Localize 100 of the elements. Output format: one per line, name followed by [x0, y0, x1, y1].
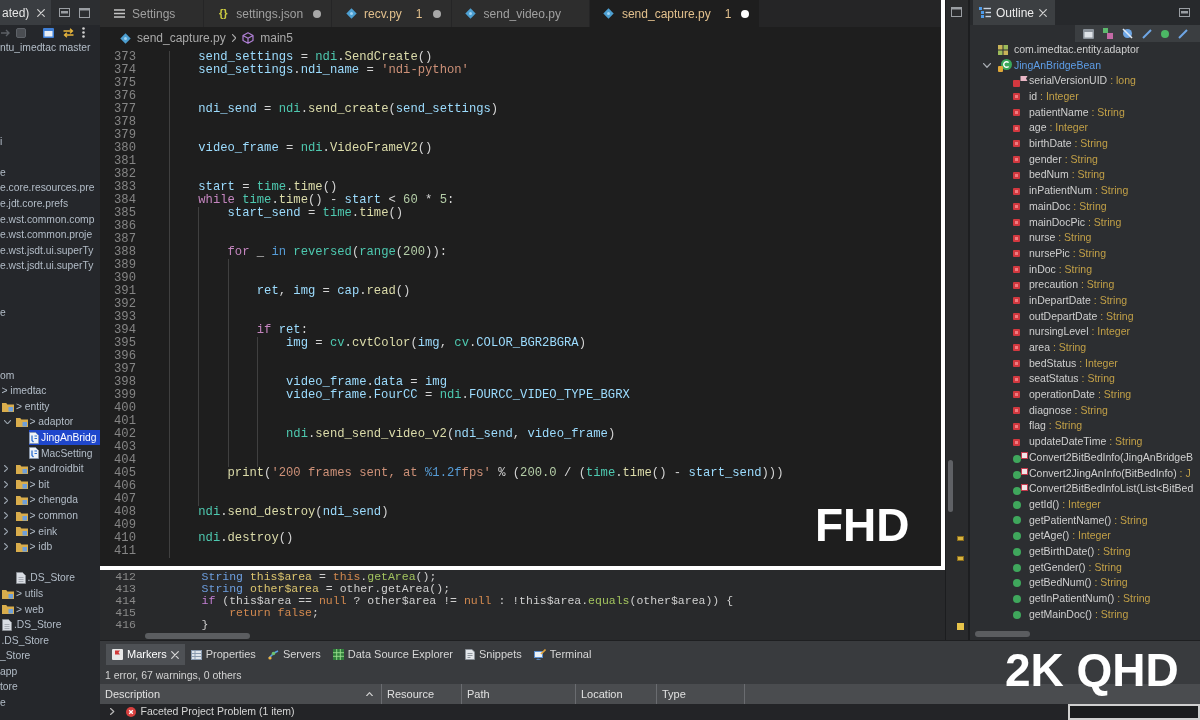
tree-item[interactable]: getAge() : Integer	[1013, 528, 1111, 544]
tree-item[interactable]: birthDate : String	[1013, 136, 1108, 152]
breadcrumb-item[interactable]: main5	[260, 29, 293, 47]
editor-tab[interactable]: send_capture.py 1	[589, 0, 761, 27]
tree-item[interactable]: e.wst.common.comp	[0, 211, 95, 228]
panel-tab[interactable]: Terminal	[527, 644, 598, 665]
tree-item[interactable]: getGender() : String	[1013, 559, 1122, 576]
tree-item[interactable]: id : Integer	[1013, 89, 1079, 105]
view-tab[interactable]: ated)	[0, 0, 52, 25]
close-icon[interactable]	[37, 8, 46, 17]
tree-item[interactable]: bedNum : String	[1013, 167, 1105, 184]
tree-item[interactable]: getPatientName() : String	[1013, 512, 1148, 529]
panel-tab[interactable]: Snippets	[458, 644, 528, 665]
tree-item[interactable]: nursingLevel : Integer	[1013, 324, 1130, 341]
tree-item[interactable]: e.wst.jsdt.ui.superTy	[0, 242, 94, 259]
tree-item[interactable]: app	[0, 663, 18, 680]
tree-item[interactable]: > imedtac	[1, 383, 47, 399]
scrollbar-thumb[interactable]	[145, 632, 250, 639]
tree-item[interactable]: e.wst.common.proje	[0, 227, 93, 243]
tree-item[interactable]: e	[0, 305, 6, 321]
tree-item[interactable]: nursePic : String	[1013, 245, 1107, 262]
maximize-icon[interactable]	[951, 7, 962, 17]
tree-item[interactable]: > web	[2, 601, 44, 617]
more-icon[interactable]	[82, 27, 85, 38]
tree-item[interactable]: e.core.resources.pre	[0, 180, 95, 196]
close-icon[interactable]	[1039, 8, 1048, 17]
tree-item[interactable]: getId() : Integer	[1013, 496, 1101, 513]
dot-icon[interactable]	[432, 9, 441, 18]
tree-item[interactable]: .DS_Store	[2, 617, 62, 633]
editor-tab[interactable]: Settings	[100, 0, 205, 27]
chevron-right-icon[interactable]	[3, 543, 8, 551]
tree-item[interactable]: age : Integer	[1013, 120, 1088, 137]
editor-tab[interactable]: send_video.py	[451, 0, 590, 27]
chevron-right-icon[interactable]	[3, 480, 8, 488]
tree-item[interactable]: e.jdt.core.prefs	[0, 195, 69, 212]
tree-item[interactable]: flag : String	[1013, 418, 1083, 435]
tree-item[interactable]: ntu_imedtac master	[0, 40, 91, 56]
panel-tab[interactable]: Properties	[184, 644, 262, 665]
dot-icon[interactable]	[1161, 29, 1169, 38]
tree-item[interactable]: i	[0, 133, 3, 150]
tree-item[interactable]: e	[0, 164, 6, 181]
tree-item[interactable]: getBirthDate() : String	[1013, 544, 1131, 560]
tree-item[interactable]: > androidbit	[15, 461, 84, 477]
chevron-right-icon[interactable]	[3, 496, 8, 504]
tree-item[interactable]: > common	[15, 507, 78, 524]
view-tab[interactable]: Outline	[973, 0, 1056, 25]
tree-item[interactable]: JingAnBridg	[29, 429, 100, 446]
editor-tab[interactable]: {} settings.json	[204, 0, 333, 27]
chevron-right-icon[interactable]	[3, 512, 8, 520]
tree-item[interactable]: > utils	[2, 585, 44, 602]
tree-item[interactable]: tore	[0, 679, 18, 695]
tree-item[interactable]: .DS_Store	[1, 632, 49, 649]
minimize-icon[interactable]	[59, 8, 71, 17]
squares-icon[interactable]	[1103, 28, 1113, 39]
tree-item[interactable]: getInPatientNum() : String	[1013, 591, 1151, 607]
tree-item[interactable]: Convert2BitBedInfo(JingAnBridgeB	[1013, 449, 1193, 466]
tree-item[interactable]: e.wst.jsdt.ui.superTy	[0, 258, 94, 274]
tree-item[interactable]: _Store	[0, 648, 31, 664]
tree-item[interactable]: patientName : String	[1013, 104, 1125, 121]
swap-arrows-icon[interactable]	[63, 27, 74, 38]
tree-item[interactable]: > entity	[2, 398, 50, 415]
arrow-right-icon[interactable]	[1, 28, 11, 37]
tree-item[interactable]: operationDate : String	[1013, 387, 1132, 403]
tree-item[interactable]: com.imedtac.entity.adaptor	[998, 42, 1140, 58]
tree-item[interactable]: getMainDoc() : String	[1013, 606, 1129, 623]
tree-item[interactable]: inDoc : String	[1013, 261, 1093, 278]
box-icon[interactable]	[16, 27, 26, 38]
tree-item[interactable]: JingAnBridgeBean	[998, 57, 1101, 74]
tree-item[interactable]: om	[0, 367, 15, 384]
tree-item[interactable]: nurse : String	[1013, 230, 1092, 246]
slashed-circle-icon[interactable]	[1122, 28, 1133, 39]
tree-item[interactable]: e	[0, 695, 6, 711]
marker-icon[interactable]	[957, 536, 964, 541]
tree-item[interactable]: > chengda	[15, 492, 78, 508]
chevron-right-icon[interactable]	[3, 465, 8, 473]
chevron-right-icon[interactable]	[110, 708, 115, 715]
panel-tab[interactable]: Servers	[261, 644, 327, 665]
tree-item[interactable]: > idb	[15, 539, 53, 555]
tree-item[interactable]: bedStatus : Integer	[1013, 355, 1118, 372]
maximize-icon[interactable]	[79, 7, 91, 18]
tree-item[interactable]: .DS_Store	[15, 570, 75, 586]
tree-item[interactable]: serialVersionUID : long	[1013, 73, 1136, 90]
chevron-down-icon[interactable]	[983, 63, 991, 69]
tree-item[interactable]: precaution : String	[1013, 277, 1115, 293]
tree-item[interactable]: > eink	[15, 523, 58, 540]
dot-icon[interactable]	[741, 9, 750, 18]
chevron-right-icon[interactable]	[3, 527, 8, 535]
tree-item[interactable]: mainDoc : String	[1013, 198, 1107, 215]
panel-tab[interactable]: Markers	[106, 644, 185, 665]
breadcrumb-item[interactable]: send_capture.py	[137, 29, 226, 47]
marker-icon[interactable]	[957, 556, 964, 561]
close-icon[interactable]	[170, 650, 179, 659]
window-icon[interactable]	[1083, 28, 1094, 39]
tree-item[interactable]: area : String	[1013, 340, 1087, 356]
tree-item[interactable]: diagnose : String	[1013, 402, 1108, 419]
scrollbar-thumb[interactable]	[948, 460, 953, 512]
tree-item[interactable]: inDepartDate : String	[1013, 293, 1128, 309]
tree-item[interactable]: mainDocPic : String	[1013, 214, 1122, 231]
editor-tab[interactable]: recv.py 1	[332, 0, 452, 27]
slash-icon[interactable]	[1142, 28, 1152, 39]
